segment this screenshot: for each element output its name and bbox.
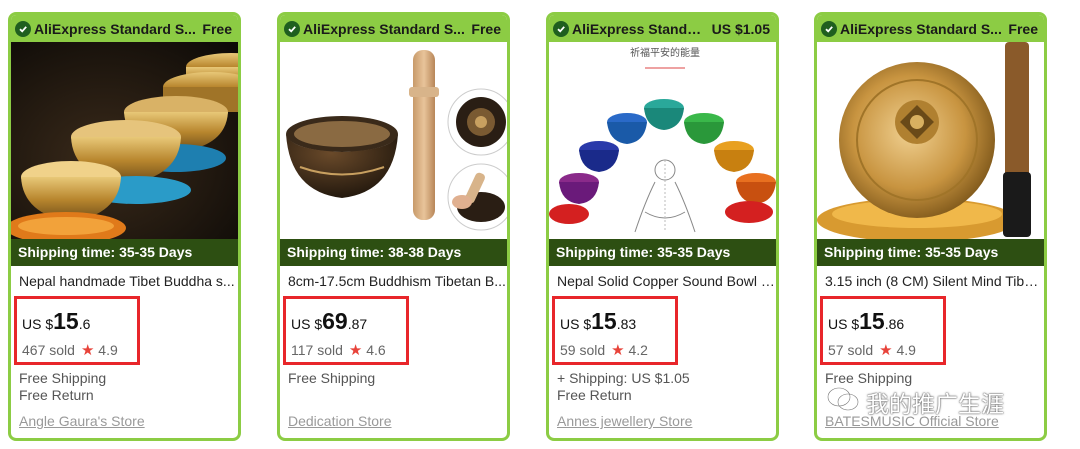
price: US $15.6 bbox=[22, 308, 90, 335]
shipping-info: Free Shipping bbox=[288, 370, 376, 386]
price-decimal: .87 bbox=[347, 316, 368, 332]
check-circle-icon bbox=[284, 20, 300, 37]
check-circle-icon bbox=[821, 20, 837, 37]
shipping-method-label: AliExpress Standard S... bbox=[34, 20, 196, 37]
price-highlight-box: US $69.87 117 sold ★ 4.6 bbox=[283, 296, 409, 365]
shipping-fee: US $1.05 bbox=[711, 20, 770, 37]
shipping-method-label: AliExpress Standard S... bbox=[303, 20, 465, 37]
product-image[interactable]: 祈福平安的能量 bbox=[549, 42, 776, 239]
sales-rating: 57 sold ★ 4.9 bbox=[828, 341, 916, 359]
rating-value: 4.6 bbox=[366, 342, 386, 358]
shipping-method-header: AliExpress Standard... US $1.05 bbox=[549, 15, 776, 42]
price-highlight-box: US $15.83 59 sold ★ 4.2 bbox=[552, 296, 678, 365]
product-card[interactable]: AliExpress Standard S... Free Shipping t… bbox=[814, 12, 1047, 441]
shipping-method-header: AliExpress Standard S... Free bbox=[11, 15, 238, 42]
price-decimal: .86 bbox=[884, 316, 905, 332]
shipping-info: + Shipping: US $1.05 bbox=[557, 370, 690, 386]
store-link[interactable]: Annes jewellery Store bbox=[557, 413, 692, 429]
price-highlight-box: US $15.86 57 sold ★ 4.9 bbox=[820, 296, 946, 365]
shipping-method-label: AliExpress Standard S... bbox=[840, 20, 1002, 37]
shipping-fee: Free bbox=[471, 20, 501, 37]
return-info: Free Return bbox=[557, 387, 632, 403]
price: US $15.83 bbox=[560, 308, 636, 335]
star-icon: ★ bbox=[348, 342, 363, 359]
price-integer: 15 bbox=[591, 308, 617, 334]
check-circle-icon bbox=[553, 20, 569, 37]
rating-value: 4.2 bbox=[628, 342, 648, 358]
price-highlight-box: US $15.6 467 sold ★ 4.9 bbox=[14, 296, 140, 365]
watermark-text: 我的推广生涯 bbox=[866, 392, 1004, 418]
shipping-fee: Free bbox=[202, 20, 232, 37]
product-title[interactable]: 3.15 inch (8 CM) Silent Mind Tibet... bbox=[825, 273, 1044, 289]
store-link[interactable]: Angle Gaura's Store bbox=[19, 413, 145, 429]
price-currency: US $ bbox=[560, 316, 592, 332]
product-image[interactable] bbox=[280, 42, 507, 239]
price: US $69.87 bbox=[291, 308, 367, 335]
star-icon: ★ bbox=[611, 342, 625, 359]
return-info: Free Return bbox=[19, 387, 94, 403]
sales-rating: 59 sold ★ 4.2 bbox=[560, 341, 648, 359]
shipping-info: Free Shipping bbox=[19, 370, 107, 386]
sold-count: 59 sold bbox=[560, 342, 606, 358]
price-currency: US $ bbox=[291, 316, 323, 332]
star-icon: ★ bbox=[80, 342, 95, 359]
star-icon: ★ bbox=[879, 342, 893, 359]
product-image[interactable] bbox=[817, 42, 1044, 239]
sold-count: 57 sold bbox=[828, 342, 874, 358]
shipping-time: Shipping time: 35-35 Days bbox=[817, 239, 1044, 266]
shipping-info: Free Shipping bbox=[825, 370, 913, 386]
store-link[interactable]: Dedication Store bbox=[288, 413, 392, 429]
image-banner-text: 祈福平安的能量 bbox=[630, 46, 700, 59]
price: US $15.86 bbox=[828, 308, 904, 335]
price-integer: 15 bbox=[859, 308, 885, 334]
rating-value: 4.9 bbox=[98, 342, 118, 358]
price-integer: 15 bbox=[53, 308, 79, 334]
sales-rating: 117 sold ★ 4.6 bbox=[291, 341, 386, 359]
product-image[interactable] bbox=[11, 42, 238, 239]
product-title[interactable]: 8cm-17.5cm Buddhism Tibetan B... bbox=[288, 273, 507, 289]
product-card[interactable]: AliExpress Standard S... Free Shipping t… bbox=[277, 12, 510, 441]
shipping-time: Shipping time: 35-35 Days bbox=[549, 239, 776, 266]
shipping-method-header: AliExpress Standard S... Free bbox=[817, 15, 1044, 42]
price-currency: US $ bbox=[22, 316, 54, 332]
shipping-fee: Free bbox=[1008, 20, 1038, 37]
shipping-method-header: AliExpress Standard S... Free bbox=[280, 15, 507, 42]
product-card[interactable]: AliExpress Standard S... Free Shipping t… bbox=[8, 12, 241, 441]
product-title[interactable]: Nepal Solid Copper Sound Bowl S... bbox=[557, 273, 776, 289]
watermark: 我的推广生涯 bbox=[826, 385, 1004, 419]
sold-count: 117 sold bbox=[291, 342, 343, 358]
price-integer: 69 bbox=[322, 308, 348, 334]
shipping-time: Shipping time: 38-38 Days bbox=[280, 239, 507, 266]
price-decimal: .83 bbox=[616, 316, 637, 332]
check-circle-icon bbox=[15, 20, 31, 37]
product-title[interactable]: Nepal handmade Tibet Buddha s... bbox=[19, 273, 238, 289]
product-card[interactable]: AliExpress Standard... US $1.05 祈福平安的能量 bbox=[546, 12, 779, 441]
rating-value: 4.9 bbox=[896, 342, 916, 358]
shipping-time: Shipping time: 35-35 Days bbox=[11, 239, 238, 266]
price-currency: US $ bbox=[828, 316, 860, 332]
wechat-icon bbox=[826, 386, 860, 418]
shipping-method-label: AliExpress Standard... bbox=[572, 20, 706, 37]
sold-count: 467 sold bbox=[22, 342, 75, 358]
price-decimal: .6 bbox=[78, 316, 91, 332]
sales-rating: 467 sold ★ 4.9 bbox=[22, 341, 118, 359]
